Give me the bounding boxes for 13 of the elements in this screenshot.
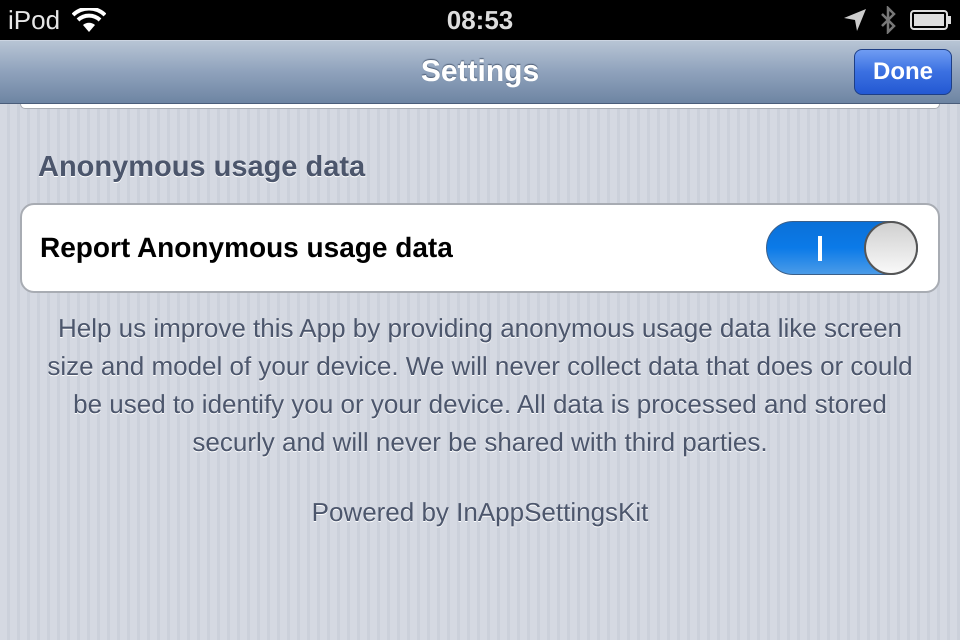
bluetooth-icon — [880, 6, 896, 34]
wifi-icon — [72, 8, 106, 32]
credit-text: Powered by InAppSettingsKit — [310, 497, 650, 528]
done-button[interactable]: Done — [854, 49, 952, 95]
carrier-name: iPod — [8, 4, 60, 36]
setting-label: Report Anonymous usage data — [40, 232, 453, 264]
toggle-switch[interactable] — [766, 221, 918, 275]
battery-icon — [910, 10, 952, 30]
location-arrow-icon — [844, 9, 866, 31]
nav-title: Settings — [420, 55, 540, 89]
section-footer: Help us improve this App by providing anonymous usage data like screen size and model of your device. We will never collect data that does or could be used to identify you or your device. All data is processed and stored securly and will never be shared with third parties. — [40, 309, 920, 461]
section-header: Anonymous usage data — [38, 150, 366, 185]
clock-time: 08:53 — [446, 4, 514, 36]
